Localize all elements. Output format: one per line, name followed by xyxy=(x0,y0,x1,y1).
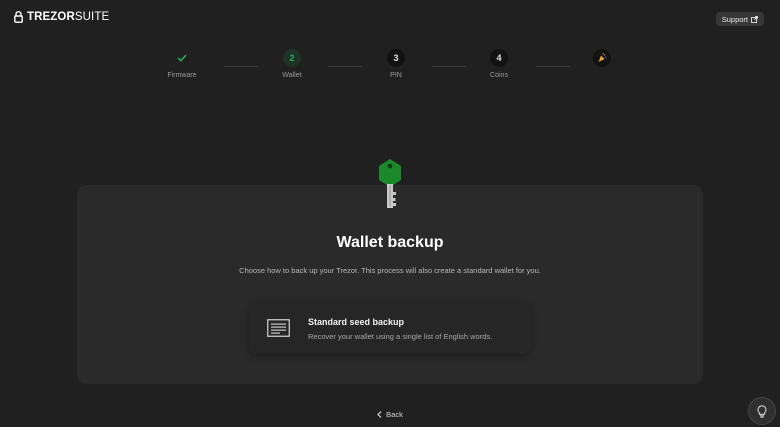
back-button[interactable]: Back xyxy=(377,410,403,419)
tips-button[interactable] xyxy=(748,397,776,425)
step-final xyxy=(562,49,642,67)
step-label: Firmware xyxy=(167,72,197,79)
step-pin: 3 PIN xyxy=(356,49,436,79)
lightbulb-icon xyxy=(757,404,767,418)
option-title: Standard seed backup xyxy=(308,317,405,327)
document-lines-icon xyxy=(267,319,290,337)
step-label: Coins xyxy=(490,72,508,79)
step-wallet: 2 Wallet xyxy=(252,49,332,79)
onboarding-stepper: Firmware 2 Wallet 3 PIN 4 Coins xyxy=(0,0,780,90)
option-description: Recover your wallet using a single list … xyxy=(308,332,493,341)
page-title: Wallet backup xyxy=(336,234,444,251)
chevron-left-icon xyxy=(377,411,382,418)
standard-seed-backup-option[interactable]: Standard seed backup Recover your wallet… xyxy=(249,302,531,354)
step-firmware: Firmware xyxy=(142,49,222,79)
back-label: Back xyxy=(386,410,403,419)
step-coins: 4 Coins xyxy=(459,49,539,79)
checkmark-icon xyxy=(173,49,191,67)
key-icon xyxy=(379,159,401,208)
wallet-backup-card xyxy=(77,185,703,384)
page-subtitle: Choose how to back up your Trezor. This … xyxy=(239,266,541,275)
step-label: PIN xyxy=(390,72,402,79)
step-label: Wallet xyxy=(282,72,302,79)
step-number: 4 xyxy=(490,49,508,67)
party-popper-icon xyxy=(593,49,611,67)
step-number: 2 xyxy=(283,49,301,67)
step-number: 3 xyxy=(387,49,405,67)
